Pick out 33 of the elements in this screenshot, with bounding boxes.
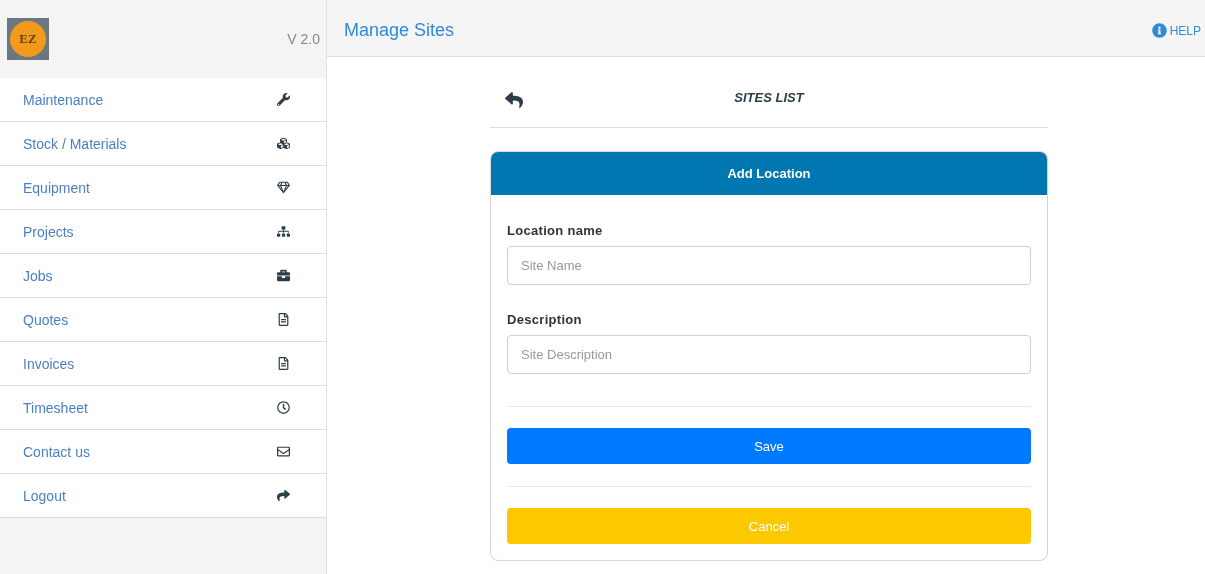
sidebar-item[interactable]: Timesheet bbox=[0, 386, 326, 430]
back-icon[interactable] bbox=[505, 91, 523, 109]
share-arrow-icon bbox=[277, 489, 290, 502]
clock-icon bbox=[277, 401, 290, 414]
envelope-icon bbox=[277, 445, 290, 458]
briefcase-icon bbox=[277, 269, 290, 282]
sidebar-item[interactable]: Contact us bbox=[0, 430, 326, 474]
field-label: Description bbox=[507, 312, 583, 327]
sidebar-item[interactable]: Projects bbox=[0, 210, 326, 254]
gem-icon bbox=[277, 181, 290, 194]
page-title: Manage Sites bbox=[344, 20, 455, 41]
sidebar-item[interactable]: Logout bbox=[0, 474, 326, 518]
document-icon bbox=[277, 357, 290, 370]
sidebar-item[interactable]: Equipment bbox=[0, 166, 326, 210]
sidebar-item[interactable]: Maintenance bbox=[0, 78, 326, 122]
help-link[interactable]: HELP bbox=[1151, 23, 1201, 38]
version-label: V 2.0 bbox=[287, 31, 320, 47]
logo: EZ bbox=[7, 18, 49, 60]
sidebar-item[interactable]: Jobs bbox=[0, 254, 326, 298]
card-header: Add Location bbox=[491, 152, 1047, 195]
input-field[interactable]: Site Name bbox=[507, 246, 1031, 285]
sidebar-item[interactable]: Invoices bbox=[0, 342, 326, 386]
sitemap-icon bbox=[277, 225, 290, 238]
sidebar-item[interactable]: Quotes bbox=[0, 298, 326, 342]
wrench-icon bbox=[277, 93, 290, 106]
cubes-icon bbox=[277, 137, 290, 150]
section-title: SITES LIST bbox=[734, 89, 804, 105]
sidebar-item[interactable]: Stock / Materials bbox=[0, 122, 326, 166]
field-label: Location name bbox=[507, 223, 604, 238]
info-icon bbox=[1151, 23, 1167, 38]
input-field[interactable]: Site Description bbox=[507, 335, 1031, 374]
document-icon bbox=[277, 313, 290, 326]
save-button[interactable]: Save bbox=[507, 428, 1031, 464]
